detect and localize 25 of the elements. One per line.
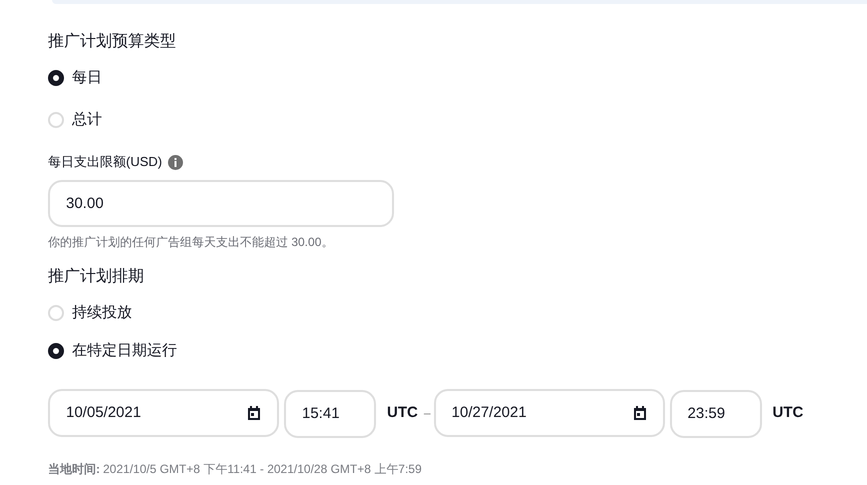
help-text: 你的推广计划的任何广告组每天支出不能超过 30.00。 <box>48 234 334 251</box>
end-date-field[interactable]: 10/27/2021 <box>434 389 665 437</box>
calendar-icon <box>632 406 647 420</box>
local-time-label: 当地时间: <box>48 461 100 478</box>
field-label: 每日支出限额(USD) <box>48 153 162 172</box>
timezone-label: UTC <box>387 402 418 423</box>
section-title: 推广计划预算类型 <box>48 32 177 52</box>
section-title: 推广计划排期 <box>48 266 145 287</box>
radio-label: 在特定日期运行 <box>72 340 177 361</box>
radio-button[interactable] <box>48 112 64 128</box>
start-date-field[interactable]: 10/05/2021 <box>48 389 279 437</box>
timezone-label: UTC <box>772 402 804 423</box>
calendar-icon <box>247 406 261 420</box>
local-time-value: 2021/10/5 GMT+8 下午11:41 - 2021/10/28 GMT+8 上午7:59 <box>103 461 422 478</box>
radio-label: 持续投放 <box>72 302 132 323</box>
radio-button[interactable] <box>48 343 64 359</box>
info-icon[interactable] <box>168 154 184 170</box>
radio-label: 每日 <box>72 68 102 88</box>
radio-button[interactable] <box>48 70 64 86</box>
radio-label: 总计 <box>72 110 102 130</box>
end-time-field[interactable]: 23:59 <box>670 390 762 438</box>
start-time-field[interactable]: 15:41 <box>284 390 376 438</box>
spend-limit-field[interactable]: 30.00 <box>48 180 394 227</box>
radio-button[interactable] <box>48 305 64 321</box>
range-separator: – <box>424 405 431 422</box>
